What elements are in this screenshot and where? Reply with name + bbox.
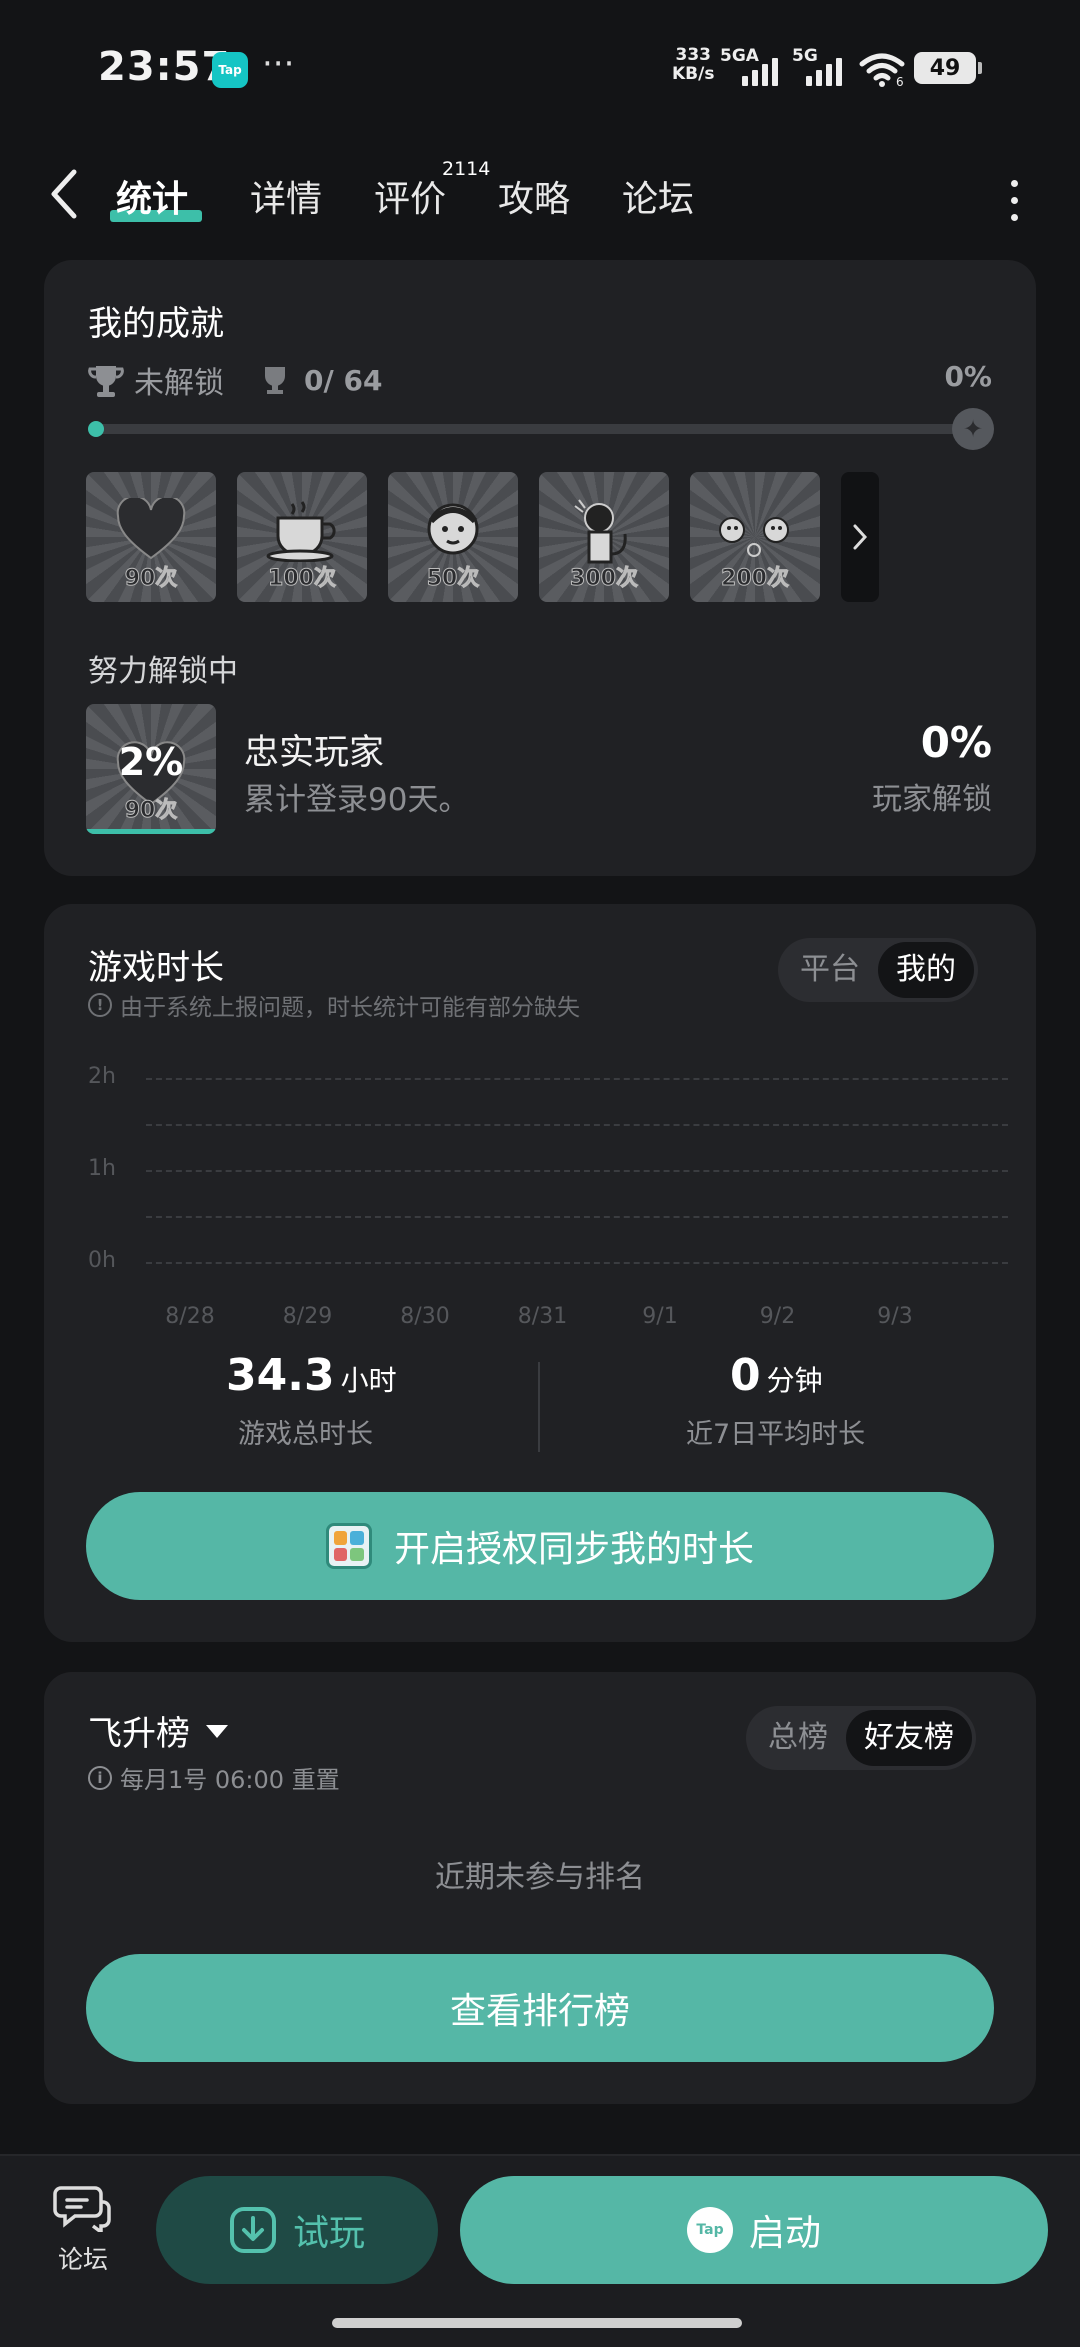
current-achievement-percent: 0% (920, 718, 992, 767)
ranking-empty-text: 近期未参与排名 (435, 1860, 645, 1895)
achievement-badge[interactable]: 300次 (539, 472, 669, 602)
chicks-icon (719, 517, 789, 557)
tab-forum[interactable]: 论坛 (622, 170, 694, 222)
chevron-right-icon (853, 524, 868, 550)
battery-icon: 49 (914, 52, 982, 84)
ranking-toggle: 总榜 好友榜 (746, 1706, 976, 1770)
signal-icon (806, 52, 842, 86)
achievement-progress-bar: ✦ (88, 408, 994, 450)
chart-gridline (146, 1124, 1008, 1126)
badges-next-button[interactable] (841, 472, 879, 602)
heart-icon (116, 498, 186, 560)
current-achievement-badge[interactable]: 2% 90次 (86, 704, 216, 834)
achievement-badges: 90次 100次 50次 300次 200次 (86, 472, 879, 602)
net-speed: 333 KB/s (672, 45, 715, 84)
top-nav: 统计 详情 评价 2114 攻略 论坛 (0, 150, 1080, 240)
achievement-badge[interactable]: 90次 (86, 472, 216, 602)
chart-gridline (146, 1216, 1008, 1218)
review-count-badge: 2114 (442, 158, 491, 180)
playtime-chart: 2h 1h 0h 8/28 8/29 8/30 8/31 9/1 9/2 9/3 (88, 1054, 1008, 1334)
view-ranking-button[interactable]: 查看排行榜 (86, 1954, 994, 2062)
trophy-icon (88, 366, 124, 397)
locked-label: 未解锁 (134, 366, 224, 401)
ranking-card: 飞升榜 总榜 好友榜 i 每月1号 06:00 重置 近期未参与排名 查看排行榜 (44, 1672, 1036, 2104)
current-badge-progress (86, 829, 216, 834)
chart-gridline (146, 1170, 1008, 1172)
avg-playtime-label: 近7日平均时长 (686, 1419, 866, 1450)
cat-icon (574, 499, 627, 564)
in-progress-title: 努力解锁中 (88, 654, 238, 689)
cup-icon (265, 367, 285, 394)
toggle-friends[interactable]: 好友榜 (846, 1710, 972, 1766)
sync-playtime-button[interactable]: 开启授权同步我的时长 (86, 1492, 994, 1600)
avg-playtime: 0 分钟 (730, 1350, 823, 1401)
progress-dot (88, 421, 104, 437)
playtime-toggle: 平台 我的 (778, 938, 978, 1002)
chart-x-tick: 8/31 (517, 1304, 568, 1329)
tab-details[interactable]: 详情 (250, 170, 322, 222)
achievement-summary: 未解锁 0/ 64 (86, 358, 382, 402)
playtime-note: ! 由于系统上报问题，时长统计可能有部分缺失 (88, 988, 580, 1022)
signal-icon (742, 52, 778, 86)
current-achievement-percent-label: 玩家解锁 (872, 782, 992, 817)
trophy-count: 0/ 64 (304, 363, 383, 397)
total-playtime-label: 游戏总时长 (238, 1419, 373, 1450)
ranking-reset-note: i 每月1号 06:00 重置 (88, 1760, 340, 1795)
playtime-card: 游戏时长 平台 我的 ! 由于系统上报问题，时长统计可能有部分缺失 2h 1h 0h… (44, 904, 1036, 1642)
chart-gridline (146, 1078, 1008, 1080)
total-playtime: 34.3 小时 (226, 1350, 397, 1401)
playtime-title: 游戏时长 (88, 948, 224, 988)
chat-bubbles-icon (53, 2186, 111, 2236)
chart-y-tick: 1h (88, 1156, 116, 1181)
achievement-badge[interactable]: 100次 (237, 472, 367, 602)
svg-text:6: 6 (896, 75, 904, 88)
chart-x-tick: 9/1 (642, 1304, 678, 1329)
sync-app-icon (325, 1523, 372, 1569)
current-achievement-name: 忠实玩家 (244, 733, 385, 773)
back-arrow-icon[interactable] (46, 168, 82, 220)
trial-play-button[interactable]: 试玩 (156, 2176, 438, 2284)
chart-x-tick: 9/2 (759, 1304, 796, 1329)
coffee-icon (266, 501, 336, 562)
current-achievement-desc: 累计登录90天。 (244, 782, 470, 818)
toggle-mine[interactable]: 我的 (878, 942, 974, 998)
achievement-badge[interactable]: 50次 (388, 472, 518, 602)
current-badge-percent: 2% (118, 740, 184, 784)
tab-reviews[interactable]: 评价 (374, 170, 446, 222)
toggle-platform[interactable]: 平台 (782, 942, 878, 998)
chart-y-tick: 0h (88, 1248, 116, 1273)
toggle-overall[interactable]: 总榜 (750, 1710, 846, 1766)
achievement-percent: 0% (944, 360, 992, 393)
status-time: 23:57 (98, 44, 231, 90)
achievement-card: 我的成就 未解锁 0/ 64 0% ✦ 90次 100次 50次 300次 20… (44, 260, 1036, 876)
tab-guides[interactable]: 攻略 (498, 170, 570, 222)
status-bar: 23:57 Tap ··· 333 KB/s 5GA 5G 6 49 (0, 0, 1080, 140)
bottom-action-bar: 论坛 试玩 Tap 启动 (0, 2154, 1080, 2347)
home-indicator (332, 2318, 742, 2328)
info-icon: i (88, 1765, 112, 1790)
tap-app-icon: Tap (212, 52, 248, 88)
stats-divider (538, 1362, 540, 1452)
download-icon (229, 2207, 276, 2253)
info-icon: ! (88, 993, 112, 1017)
chart-x-tick: 8/29 (282, 1304, 333, 1329)
ranking-title[interactable]: 飞升榜 (88, 1706, 230, 1755)
caret-down-icon (206, 1724, 228, 1738)
tab-stats[interactable]: 统计 (116, 170, 188, 222)
progress-end-star-icon: ✦ (952, 408, 994, 450)
chart-x-tick: 9/3 (877, 1304, 913, 1329)
achievement-badge[interactable]: 200次 (690, 472, 820, 602)
tap-logo-icon: Tap (686, 2207, 733, 2253)
more-notifications-icon: ··· (262, 44, 295, 84)
forum-button[interactable]: 论坛 (50, 2182, 116, 2276)
chart-y-tick: 2h (88, 1064, 116, 1089)
chart-x-tick: 8/28 (165, 1304, 215, 1329)
chart-x-tick: 8/30 (400, 1304, 450, 1329)
face-icon (427, 503, 479, 555)
chart-gridline (146, 1262, 1008, 1264)
wifi-icon: 6 (859, 53, 905, 88)
launch-button[interactable]: Tap 启动 (460, 2176, 1048, 2284)
more-menu-icon[interactable] (1006, 176, 1022, 221)
achievement-title: 我的成就 (88, 304, 224, 344)
